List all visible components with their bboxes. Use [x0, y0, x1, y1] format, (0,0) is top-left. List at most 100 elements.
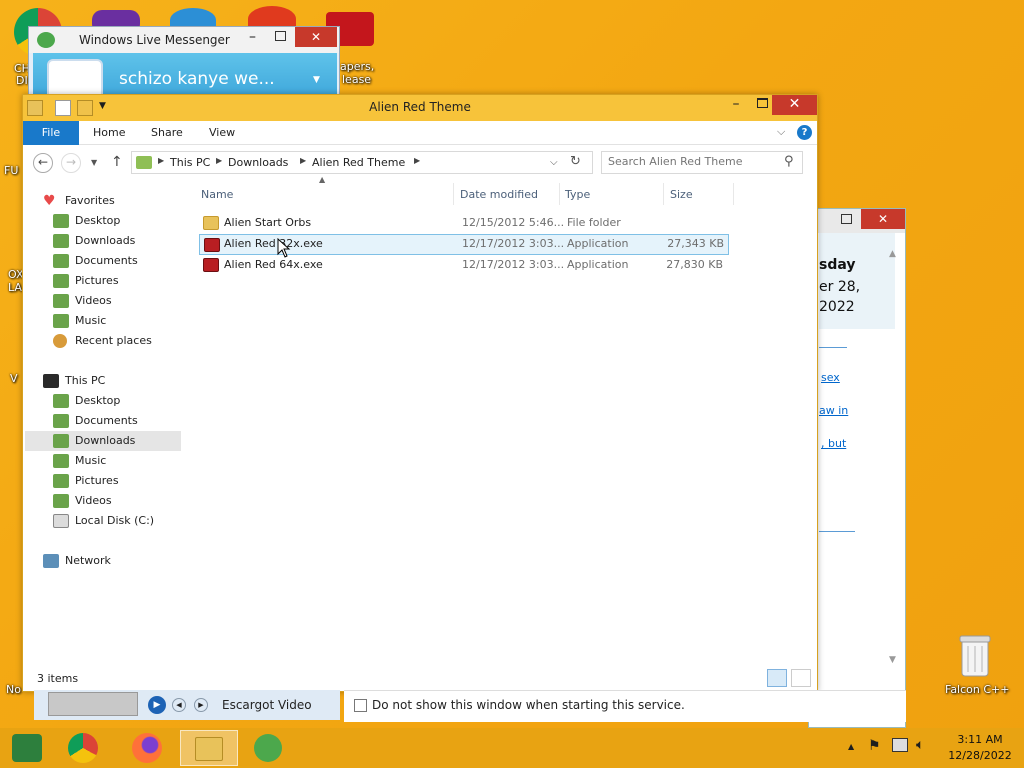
taskbar-chrome-icon[interactable]: [58, 730, 110, 766]
minimize-button[interactable]: –: [725, 95, 747, 115]
nav-pc-local-disk[interactable]: Local Disk (C:): [53, 511, 183, 531]
tab-view[interactable]: View: [209, 121, 235, 145]
nav-network[interactable]: Network: [43, 551, 183, 571]
column-divider[interactable]: [733, 183, 734, 205]
column-header-type[interactable]: Type: [565, 188, 590, 201]
music-folder-icon: [53, 454, 69, 468]
nav-fav-downloads[interactable]: Downloads: [53, 231, 183, 251]
quick-access-dropdown-icon[interactable]: ▼: [99, 101, 106, 111]
column-header-size[interactable]: Size: [670, 188, 693, 201]
search-box[interactable]: ⚲: [601, 151, 803, 174]
recycle-bin-icon[interactable]: [956, 632, 994, 678]
column-divider[interactable]: [559, 183, 560, 205]
recent-places-icon: [53, 334, 67, 348]
refresh-icon[interactable]: ↻: [570, 154, 581, 169]
messenger-close-button[interactable]: ✕: [295, 27, 337, 47]
messenger-maximize-button[interactable]: [275, 31, 286, 41]
taskbar-clock[interactable]: 3:11 AM 12/28/2022: [940, 732, 1020, 764]
nav-fav-documents[interactable]: Documents: [53, 251, 183, 271]
column-header-name[interactable]: Name: [201, 188, 233, 201]
escargot-video-window[interactable]: ▶ ◀ ▶ Escargot Video: [34, 690, 340, 720]
desktop-label-release: lease: [342, 73, 372, 86]
nav-fav-recent-places[interactable]: Recent places: [53, 331, 183, 351]
firefox-icon: [132, 733, 162, 763]
breadcrumb-separator-icon[interactable]: ▶: [216, 156, 222, 165]
forward-button[interactable]: →: [61, 153, 81, 173]
back-button[interactable]: ←: [33, 153, 53, 173]
search-input[interactable]: [608, 155, 778, 168]
background-window-link-3[interactable]: , but: [821, 437, 846, 450]
background-window[interactable]: ✕ sday er 28, 2022 sex aw in , but ▲ ▼: [808, 208, 906, 728]
nav-pc-downloads[interactable]: Downloads: [25, 431, 181, 451]
nav-pc-desktop[interactable]: Desktop: [53, 391, 183, 411]
messenger-status-dropdown-icon[interactable]: ▼: [313, 75, 320, 85]
background-window-link-2[interactable]: aw in: [819, 404, 848, 417]
breadcrumb-separator-icon[interactable]: ▶: [300, 156, 306, 165]
play-icon[interactable]: ▶: [148, 696, 166, 714]
nav-pc-pictures-label: Pictures: [75, 474, 119, 487]
taskbar-media-player-icon[interactable]: [2, 730, 54, 766]
next-icon[interactable]: ▶: [194, 698, 208, 712]
nav-this-pc[interactable]: This PC: [43, 371, 183, 391]
nav-pc-documents[interactable]: Documents: [53, 411, 183, 431]
help-icon[interactable]: ?: [797, 125, 812, 140]
nav-fav-desktop[interactable]: Desktop: [53, 211, 183, 231]
pictures-folder-icon: [53, 274, 69, 288]
messenger-icon: [254, 734, 282, 762]
properties-icon[interactable]: [55, 100, 71, 116]
breadcrumb-alien-red-theme[interactable]: Alien Red Theme: [312, 156, 405, 169]
breadcrumb-this-pc[interactable]: This PC: [170, 156, 210, 169]
breadcrumb-downloads[interactable]: Downloads: [228, 156, 288, 169]
messenger-window[interactable]: Windows Live Messenger – ✕ schizo kanye …: [28, 26, 340, 115]
tab-share[interactable]: Share: [151, 121, 183, 145]
large-icons-view-button[interactable]: [791, 669, 811, 687]
background-window-scroll-down-icon[interactable]: ▼: [889, 655, 896, 665]
maximize-button[interactable]: [751, 95, 773, 115]
taskbar-firefox-icon[interactable]: [122, 730, 174, 766]
breadcrumb-separator-icon[interactable]: ▶: [414, 156, 420, 165]
nav-pc-pictures[interactable]: Pictures: [53, 471, 183, 491]
background-window-close-button[interactable]: ✕: [861, 209, 905, 229]
background-window-divider: [819, 347, 847, 348]
background-window-link-1[interactable]: sex: [821, 371, 840, 384]
action-center-flag-icon[interactable]: ⚑: [868, 738, 881, 754]
nav-fav-videos[interactable]: Videos: [53, 291, 183, 311]
do-not-show-checkbox[interactable]: [354, 699, 367, 712]
nav-favorites[interactable]: ♥ Favorites: [43, 191, 183, 211]
nav-pc-music[interactable]: Music: [53, 451, 183, 471]
network-tray-icon[interactable]: [892, 738, 908, 752]
previous-icon[interactable]: ◀: [172, 698, 186, 712]
background-window-day: sday: [819, 257, 856, 273]
close-button[interactable]: ✕: [772, 95, 817, 115]
file-row-alien-red-64x[interactable]: Alien Red 64x.exe 12/17/2012 3:03... App…: [199, 255, 729, 276]
file-type: Application: [567, 258, 629, 271]
volume-icon[interactable]: 🔈︎: [916, 737, 924, 753]
nav-fav-music[interactable]: Music: [53, 311, 183, 331]
tab-file[interactable]: File: [23, 121, 79, 145]
taskbar-messenger-icon[interactable]: [242, 730, 294, 766]
ribbon-expand-icon[interactable]: ⌵: [777, 125, 785, 139]
tab-home[interactable]: Home: [93, 121, 125, 145]
search-icon[interactable]: ⚲: [784, 154, 794, 169]
details-view-button[interactable]: [767, 669, 787, 687]
nav-fav-downloads-label: Downloads: [75, 234, 136, 247]
file-explorer-window[interactable]: Alien Red Theme ▼ – ✕ File Home Share Vi…: [22, 94, 818, 692]
taskbar-file-explorer-icon[interactable]: [180, 730, 238, 766]
new-folder-icon[interactable]: [77, 100, 93, 116]
address-bar[interactable]: ▶ This PC ▶ Downloads ▶ Alien Red Theme …: [131, 151, 593, 174]
background-window-maximize-button[interactable]: [841, 214, 852, 224]
column-divider[interactable]: [663, 183, 664, 205]
column-divider[interactable]: [453, 183, 454, 205]
recent-locations-dropdown-icon[interactable]: ▼: [91, 158, 97, 167]
nav-pc-videos[interactable]: Videos: [53, 491, 183, 511]
messenger-minimize-button[interactable]: –: [249, 29, 256, 45]
background-window-scroll-up-icon[interactable]: ▲: [889, 249, 896, 259]
address-dropdown-icon[interactable]: ⌵: [550, 157, 558, 168]
up-button[interactable]: ↑: [111, 154, 123, 170]
file-row-alien-start-orbs[interactable]: Alien Start Orbs 12/15/2012 5:46... File…: [199, 213, 729, 234]
column-header-date[interactable]: Date modified: [460, 188, 538, 201]
messenger-logo-icon: [37, 32, 55, 48]
show-hidden-icons-icon[interactable]: ▲: [848, 742, 854, 751]
messenger-display-name[interactable]: schizo kanye we...: [119, 69, 275, 89]
nav-fav-pictures[interactable]: Pictures: [53, 271, 183, 291]
